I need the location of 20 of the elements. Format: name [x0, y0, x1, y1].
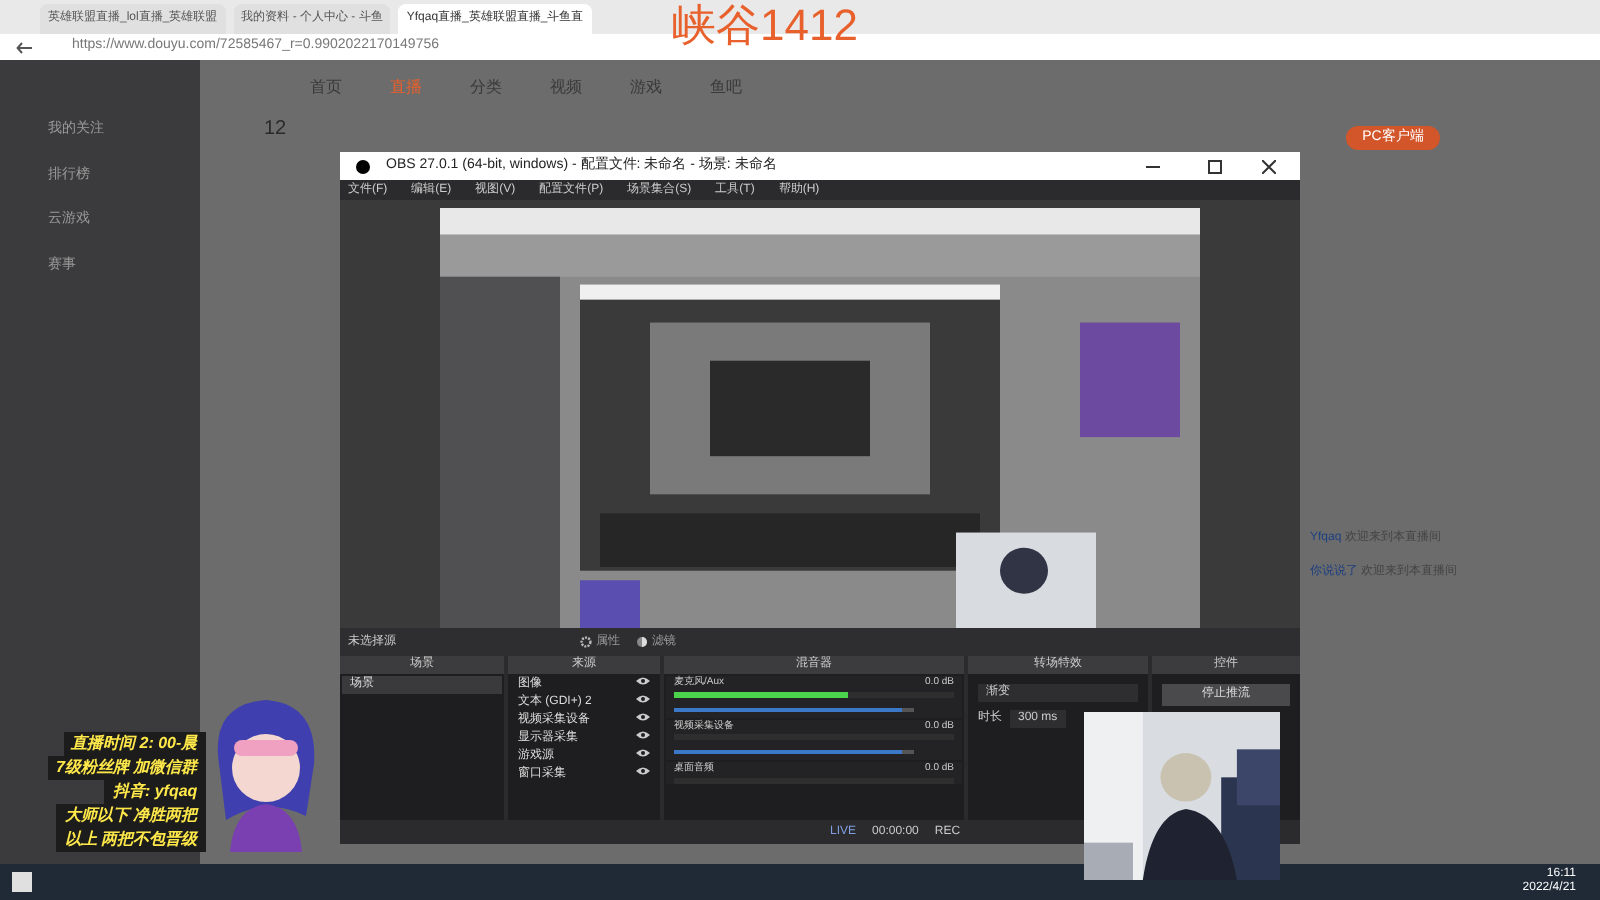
obs-logo-icon — [356, 159, 370, 173]
eye-icon[interactable] — [636, 730, 650, 740]
overlay-caption: 直播时间 2: 00-晨 — [63, 732, 206, 756]
overlay-caption: 大师以下 净胜两把 — [56, 804, 206, 828]
overlay-caption: 抖音: yfqaq — [104, 780, 206, 804]
eye-icon[interactable] — [636, 748, 650, 758]
follow-count: 12 — [264, 116, 287, 144]
close-icon[interactable] — [1262, 159, 1276, 173]
gear-icon — [580, 636, 592, 648]
eye-icon[interactable] — [636, 694, 650, 704]
eye-icon[interactable] — [636, 712, 650, 722]
overlay-caption: 7级粉丝牌 加微信群 — [48, 756, 206, 780]
minimize-icon[interactable] — [1146, 165, 1160, 167]
filter-icon — [636, 636, 648, 648]
back-icon[interactable] — [16, 41, 32, 53]
eye-icon[interactable] — [636, 676, 650, 686]
maximize-icon[interactable] — [1208, 159, 1222, 173]
stream-caption: 峡谷1412 — [672, 2, 858, 50]
overlay-caption: 以上 两把不包晋级 — [56, 828, 206, 852]
eye-icon[interactable] — [636, 766, 650, 776]
